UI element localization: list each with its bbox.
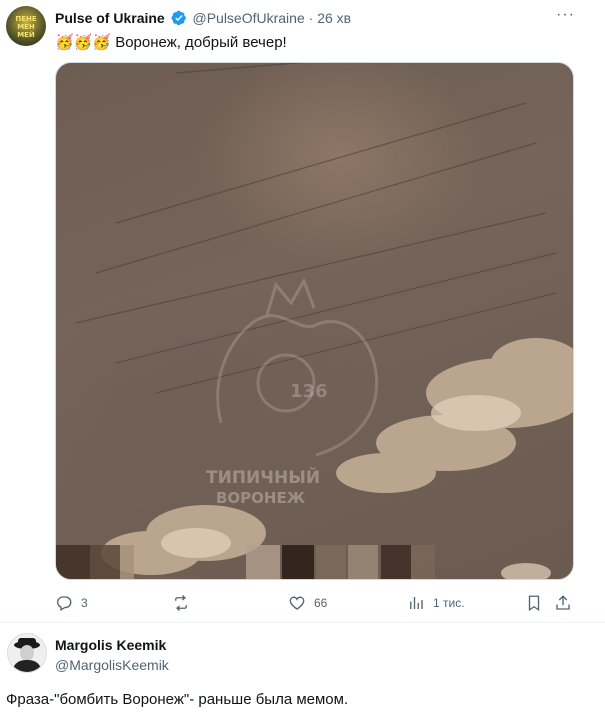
emoji-party-faces: 🥳🥳🥳 — [55, 33, 112, 51]
views-chart-icon — [410, 597, 423, 609]
watermark-line-2: ВОРОНЕЖ — [216, 489, 306, 507]
separator-dot: · — [308, 10, 314, 26]
reply-author-name[interactable]: Margolis Keemik — [55, 637, 166, 653]
tweet-media-image[interactable]: 136 ТИПИЧНЫЙ ВОРОНЕЖ — [55, 62, 574, 580]
watermark-number: 136 — [290, 381, 328, 402]
bookmark-icon — [528, 595, 540, 612]
verified-badge-icon — [171, 10, 186, 26]
author-avatar[interactable]: ПЕНЕ МЕН МЕЙ — [6, 6, 46, 46]
like-count: 66 — [314, 596, 328, 610]
repost-icon — [175, 595, 187, 611]
tweet-text-body: Воронеж, добрый вечер! — [115, 34, 287, 51]
like-button[interactable]: 66 — [288, 594, 327, 612]
man-with-hat-portrait — [8, 634, 46, 672]
tweet-text: 🥳🥳🥳 Воронеж, добрый вечер! — [55, 33, 287, 51]
reply-author-avatar[interactable] — [7, 633, 47, 673]
views-button[interactable]: 1 тис. — [407, 594, 465, 612]
heart-icon — [289, 596, 305, 610]
watermark-line-1: ТИПИЧНЫЙ — [206, 466, 320, 488]
timestamp[interactable]: 26 хв — [317, 10, 351, 26]
reply-icon — [57, 596, 72, 611]
avatar-caption: ПЕНЕ МЕН МЕЙ — [15, 15, 37, 39]
author-handle[interactable]: @PulseOfUkraine — [192, 10, 304, 26]
tweet-actions: 3 66 1 тис. — [55, 594, 572, 614]
reply-author-handle[interactable]: @MargolisKeemik — [55, 657, 169, 673]
share-icon — [556, 595, 570, 610]
more-options-icon[interactable]: ··· — [556, 6, 575, 24]
tweet-divider — [0, 622, 605, 623]
author-name[interactable]: Pulse of Ukraine — [55, 10, 165, 26]
night-sky-smoke-photo: 136 ТИПИЧНЫЙ ВОРОНЕЖ — [56, 63, 573, 579]
tweet-header: Pulse of Ukraine @PulseOfUkraine · 26 хв — [55, 10, 351, 26]
share-button[interactable] — [554, 594, 572, 612]
views-count: 1 тис. — [433, 596, 465, 610]
reply-text: Фраза-"бомбить Воронеж"- раньше была мем… — [6, 691, 349, 708]
repost-button[interactable] — [172, 594, 198, 612]
bookmark-button[interactable] — [525, 594, 543, 612]
reply-button[interactable]: 3 — [55, 594, 88, 612]
reply-count: 3 — [81, 596, 88, 610]
